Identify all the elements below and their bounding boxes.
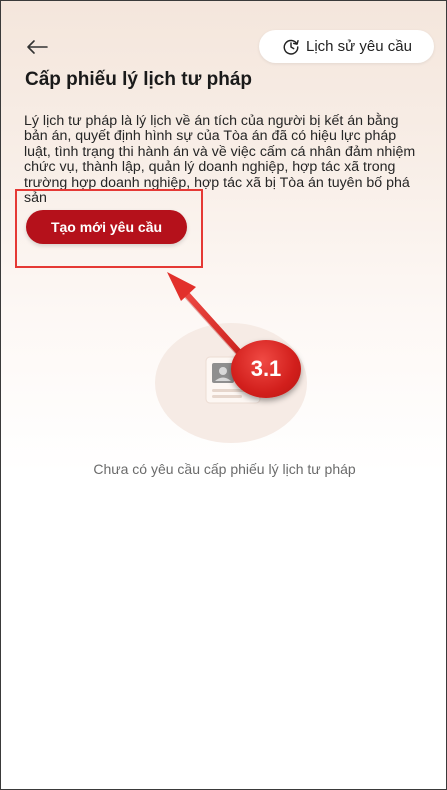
- page-title: Cấp phiếu lý lịch tư pháp: [25, 69, 252, 90]
- history-clock-icon: [283, 39, 299, 55]
- history-button[interactable]: Lịch sử yêu cầu: [259, 30, 434, 63]
- step-badge: 3.1: [231, 340, 301, 398]
- empty-state-text: Chưa có yêu cầu cấp phiếu lý lịch tư phá…: [93, 461, 356, 477]
- back-arrow-icon[interactable]: [26, 39, 48, 55]
- history-button-label: Lịch sử yêu cầu: [306, 38, 412, 55]
- create-request-button[interactable]: Tạo mới yêu cầu: [26, 210, 187, 244]
- app-screen: Lịch sử yêu cầu Cấp phiếu lý lịch tư phá…: [0, 0, 447, 790]
